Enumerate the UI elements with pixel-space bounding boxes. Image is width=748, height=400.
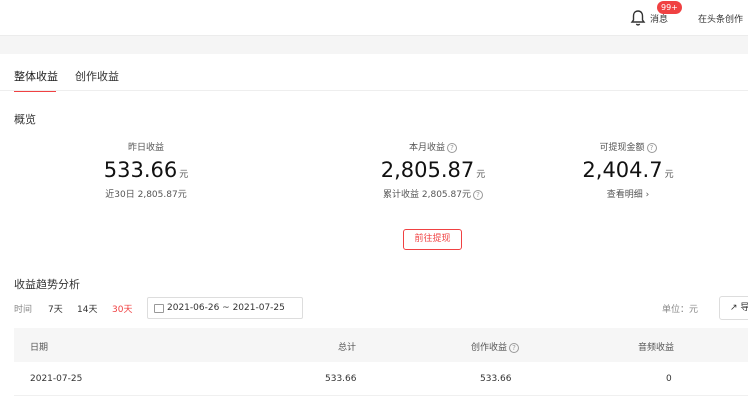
stat-value: 2,404.7 元 — [582, 158, 674, 182]
cell-date: 2021-07-25 — [30, 374, 83, 384]
tab-overall-income[interactable]: 整体收益 — [14, 68, 58, 84]
stat-yesterday: 昨日收益 533.66 元 近30日 2,805.87元 — [86, 140, 206, 200]
column-header-total: 总计 — [338, 343, 357, 353]
user-name[interactable]: 在头条创作 — [698, 12, 743, 25]
range-30-days[interactable]: 30天 — [112, 302, 132, 315]
cell-total: 533.66 — [325, 374, 357, 384]
help-icon[interactable]: ? — [509, 343, 520, 353]
messages-label: 消息 — [650, 15, 669, 25]
main-panel: 整体收益 创作收益 概览 昨日收益 533.66 元 近30日 2,805.87元… — [0, 54, 748, 400]
export-button[interactable]: ↗ 导出 — [719, 296, 748, 320]
stat-value: 2,805.87 元 — [380, 158, 486, 182]
overview-title: 概览 — [14, 113, 36, 126]
trend-filter-row: 时间 7天 14天 30天 2021-06-26 ~ 2021-07-25 单位… — [14, 296, 748, 320]
stat-label: 可提现金额? — [568, 140, 688, 153]
range-7-days[interactable]: 7天 — [48, 302, 63, 315]
stat-label: 本月收益? — [368, 140, 498, 153]
tab-creation-income[interactable]: 创作收益 — [75, 68, 119, 84]
help-icon[interactable]: ? — [646, 143, 657, 153]
withdraw-button[interactable]: 前往提现 — [403, 229, 462, 250]
bell-icon — [630, 10, 646, 26]
date-range-text: 2021-06-26 ~ 2021-07-25 — [167, 303, 285, 313]
column-header-creation: 创作收益? — [471, 340, 520, 353]
calendar-icon — [154, 304, 164, 313]
range-14-days[interactable]: 14天 — [77, 302, 97, 315]
stat-withdrawable: 可提现金额? 2,404.7 元 查看明细 › — [568, 140, 688, 200]
stat-sub: 累计收益 2,805.87元? — [368, 187, 498, 200]
stat-month: 本月收益? 2,805.87 元 累计收益 2,805.87元? — [368, 140, 498, 200]
stat-sub: 近30日 2,805.87元 — [105, 190, 187, 200]
stat-value: 533.66 元 — [103, 158, 189, 182]
messages-button[interactable]: 99+ 消息 — [630, 1, 690, 31]
cell-audio: 0 — [666, 374, 672, 384]
help-icon[interactable]: ? — [472, 190, 483, 200]
unit-label: 单位：元 — [662, 305, 699, 315]
date-range-picker[interactable]: 2021-06-26 ~ 2021-07-25 — [147, 297, 303, 319]
top-bar: 99+ 消息 在头条创作 — [0, 0, 748, 36]
time-label: 时间 — [14, 305, 33, 315]
cell-creation: 533.66 — [480, 374, 512, 384]
column-header-audio: 音频收益 — [638, 343, 675, 353]
column-header-date: 日期 — [30, 343, 49, 353]
table-header: 日期 总计 创作收益? 音频收益 — [14, 328, 748, 362]
tab-divider — [0, 90, 748, 91]
view-details-link[interactable]: 查看明细 › — [568, 187, 688, 200]
help-icon[interactable]: ? — [447, 143, 457, 153]
table-row: 2021-07-25 533.66 533.66 0 — [14, 362, 748, 396]
stat-label: 昨日收益 — [127, 143, 164, 153]
trend-title: 收益趋势分析 — [14, 278, 80, 291]
